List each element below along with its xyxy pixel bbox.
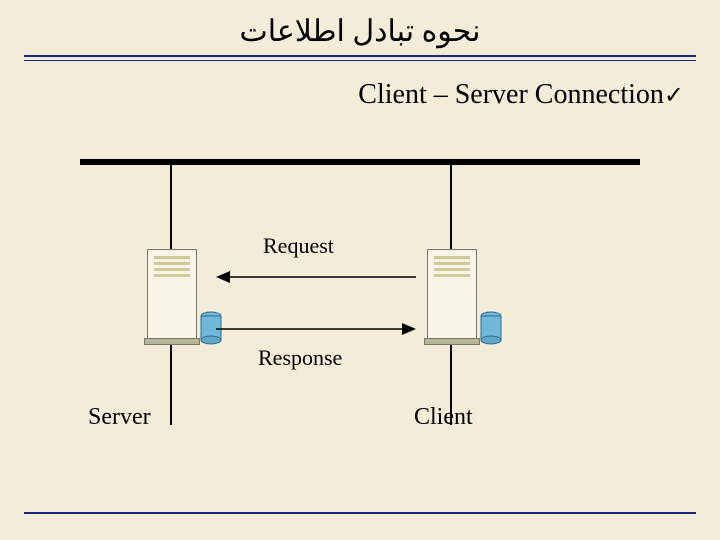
diagram-area: Request Response Server Client — [80, 159, 640, 469]
client-disk-icon — [480, 311, 502, 345]
check-icon: ✓ — [664, 83, 684, 109]
footer-rule — [24, 512, 696, 514]
subtitle-line: Client – Server Connection✓ — [0, 61, 720, 111]
client-tower-icon — [427, 249, 477, 341]
top-bar — [80, 159, 640, 165]
request-arrow-icon — [216, 267, 416, 287]
title-rule-thick — [24, 55, 696, 57]
server-tower-icon — [147, 249, 197, 341]
client-label: Client — [414, 404, 473, 431]
request-label: Request — [263, 233, 334, 259]
response-arrow-icon — [216, 319, 416, 339]
subtitle-text: Client – Server Connection — [358, 79, 664, 110]
response-label: Response — [258, 345, 342, 371]
slide-title: نحوه تبادل اطلاعات — [0, 0, 720, 55]
server-label: Server — [88, 404, 151, 431]
